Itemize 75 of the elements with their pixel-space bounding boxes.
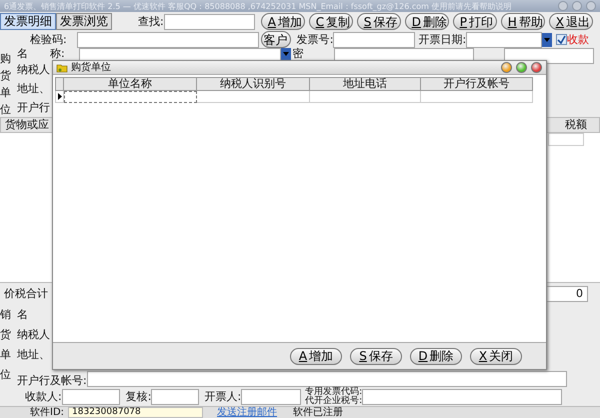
toolbar-button[interactable]: X 退出	[548, 13, 593, 30]
search-label: 查找:	[138, 16, 164, 28]
column-header: 货物或应	[4, 119, 50, 131]
date-field[interactable]	[466, 32, 542, 48]
registration-status: 软件已注册	[293, 407, 344, 418]
send-registration-link[interactable]: 发送注册邮件	[217, 407, 278, 418]
caret-icon	[544, 38, 550, 42]
payee-field[interactable]	[62, 388, 120, 404]
password-label: 密	[292, 48, 304, 60]
window-title: 6通发票、销售清单打印软件 2.5 — 优速软件 客服QQ：85088088 ,674252031 MSN_Email：fssoft_gz@126.com 使用前请先看帮助说明	[4, 0, 512, 12]
column-header[interactable]: 开户行及帐号	[421, 77, 533, 91]
table-cell	[548, 133, 584, 146]
column-header[interactable]: 纳税人识别号	[197, 77, 310, 91]
seller-field-label: 名	[17, 309, 28, 321]
column-header[interactable]: 地址电话	[310, 77, 421, 91]
seller-field-label: 纳税人	[17, 329, 50, 341]
received-checkbox[interactable]	[556, 34, 568, 45]
buyer-field-label: 地址、	[17, 82, 50, 94]
total-label: 价税合计	[3, 288, 49, 300]
check-code-field[interactable]	[76, 32, 259, 48]
table-cell[interactable]	[310, 91, 421, 103]
current-row-icon	[58, 93, 62, 100]
minimize-button[interactable]	[501, 62, 512, 73]
drawer-label: 开票人:	[204, 390, 242, 402]
dialog-button[interactable]: S 保存	[350, 348, 402, 364]
table-cell[interactable]	[64, 91, 197, 103]
toolbar-button[interactable]: P 打印	[452, 13, 497, 30]
invoice-number-field[interactable]	[333, 32, 416, 48]
toolbar-button[interactable]: A 增加	[260, 13, 305, 30]
invoice-code-label: 专用发票代码:	[305, 388, 362, 396]
close-button[interactable]	[531, 62, 542, 73]
check-code-label: 检验码:	[30, 34, 67, 46]
buyer-field-label: 纳税人	[17, 64, 50, 76]
buyer-extra-field[interactable]	[504, 48, 594, 64]
seller-field-label: 地址、	[17, 349, 50, 361]
dialog-title: 购货单位	[71, 62, 112, 74]
row-header-cell[interactable]	[55, 91, 64, 103]
table-cell[interactable]	[421, 91, 533, 103]
folder-icon	[56, 62, 68, 72]
buyer-field-label: 开户行	[17, 102, 50, 114]
zoom-button[interactable]	[516, 62, 527, 73]
dialog-button[interactable]: X 关闭	[470, 348, 522, 364]
agent-tax-number-label: 代开企业税号:	[305, 396, 362, 406]
dropdown-button[interactable]	[280, 48, 291, 60]
reviewer-field[interactable]	[151, 388, 200, 404]
customer-button[interactable]: 客户	[260, 31, 291, 48]
software-id-field: 183230087078	[68, 407, 204, 418]
toolbar-button[interactable]: S 保存	[356, 13, 401, 30]
search-field[interactable]	[164, 14, 255, 30]
toolbar-button[interactable]: D 删除	[404, 13, 449, 30]
header-corner-cell	[55, 77, 64, 91]
received-label: 收款	[567, 34, 590, 46]
table-cell[interactable]	[197, 91, 310, 103]
dialog-button[interactable]: D 删除	[410, 348, 462, 364]
dropdown-button[interactable]	[542, 32, 552, 46]
column-header: 税额	[565, 119, 587, 131]
date-label: 开票日期:	[418, 34, 466, 46]
bank-label: 开户行及帐号:	[17, 375, 87, 387]
tab[interactable]: 发票明细	[0, 13, 56, 30]
column-header[interactable]: 单位名称	[64, 77, 197, 91]
bank-field[interactable]	[86, 371, 567, 387]
name-label: 名 称:	[17, 48, 65, 60]
invoice-number-label: 发票号:	[296, 34, 334, 46]
seller-side-label: 销货单位	[0, 307, 11, 383]
toolbar-button[interactable]: C 复制	[308, 13, 353, 30]
software-id-label: 软件ID:	[30, 407, 64, 418]
reviewer-label: 复核:	[126, 390, 152, 402]
toolbar-button[interactable]: H 帮助	[500, 13, 545, 30]
caret-icon	[282, 52, 289, 56]
drawer-field[interactable]	[241, 388, 302, 404]
tab[interactable]: 发票浏览	[56, 13, 112, 30]
invoice-code-field[interactable]	[362, 388, 562, 404]
payee-label: 收款人:	[25, 390, 62, 402]
buyer-side-label: 购货单位	[0, 51, 11, 117]
dialog-button[interactable]: A 增加	[290, 348, 342, 364]
